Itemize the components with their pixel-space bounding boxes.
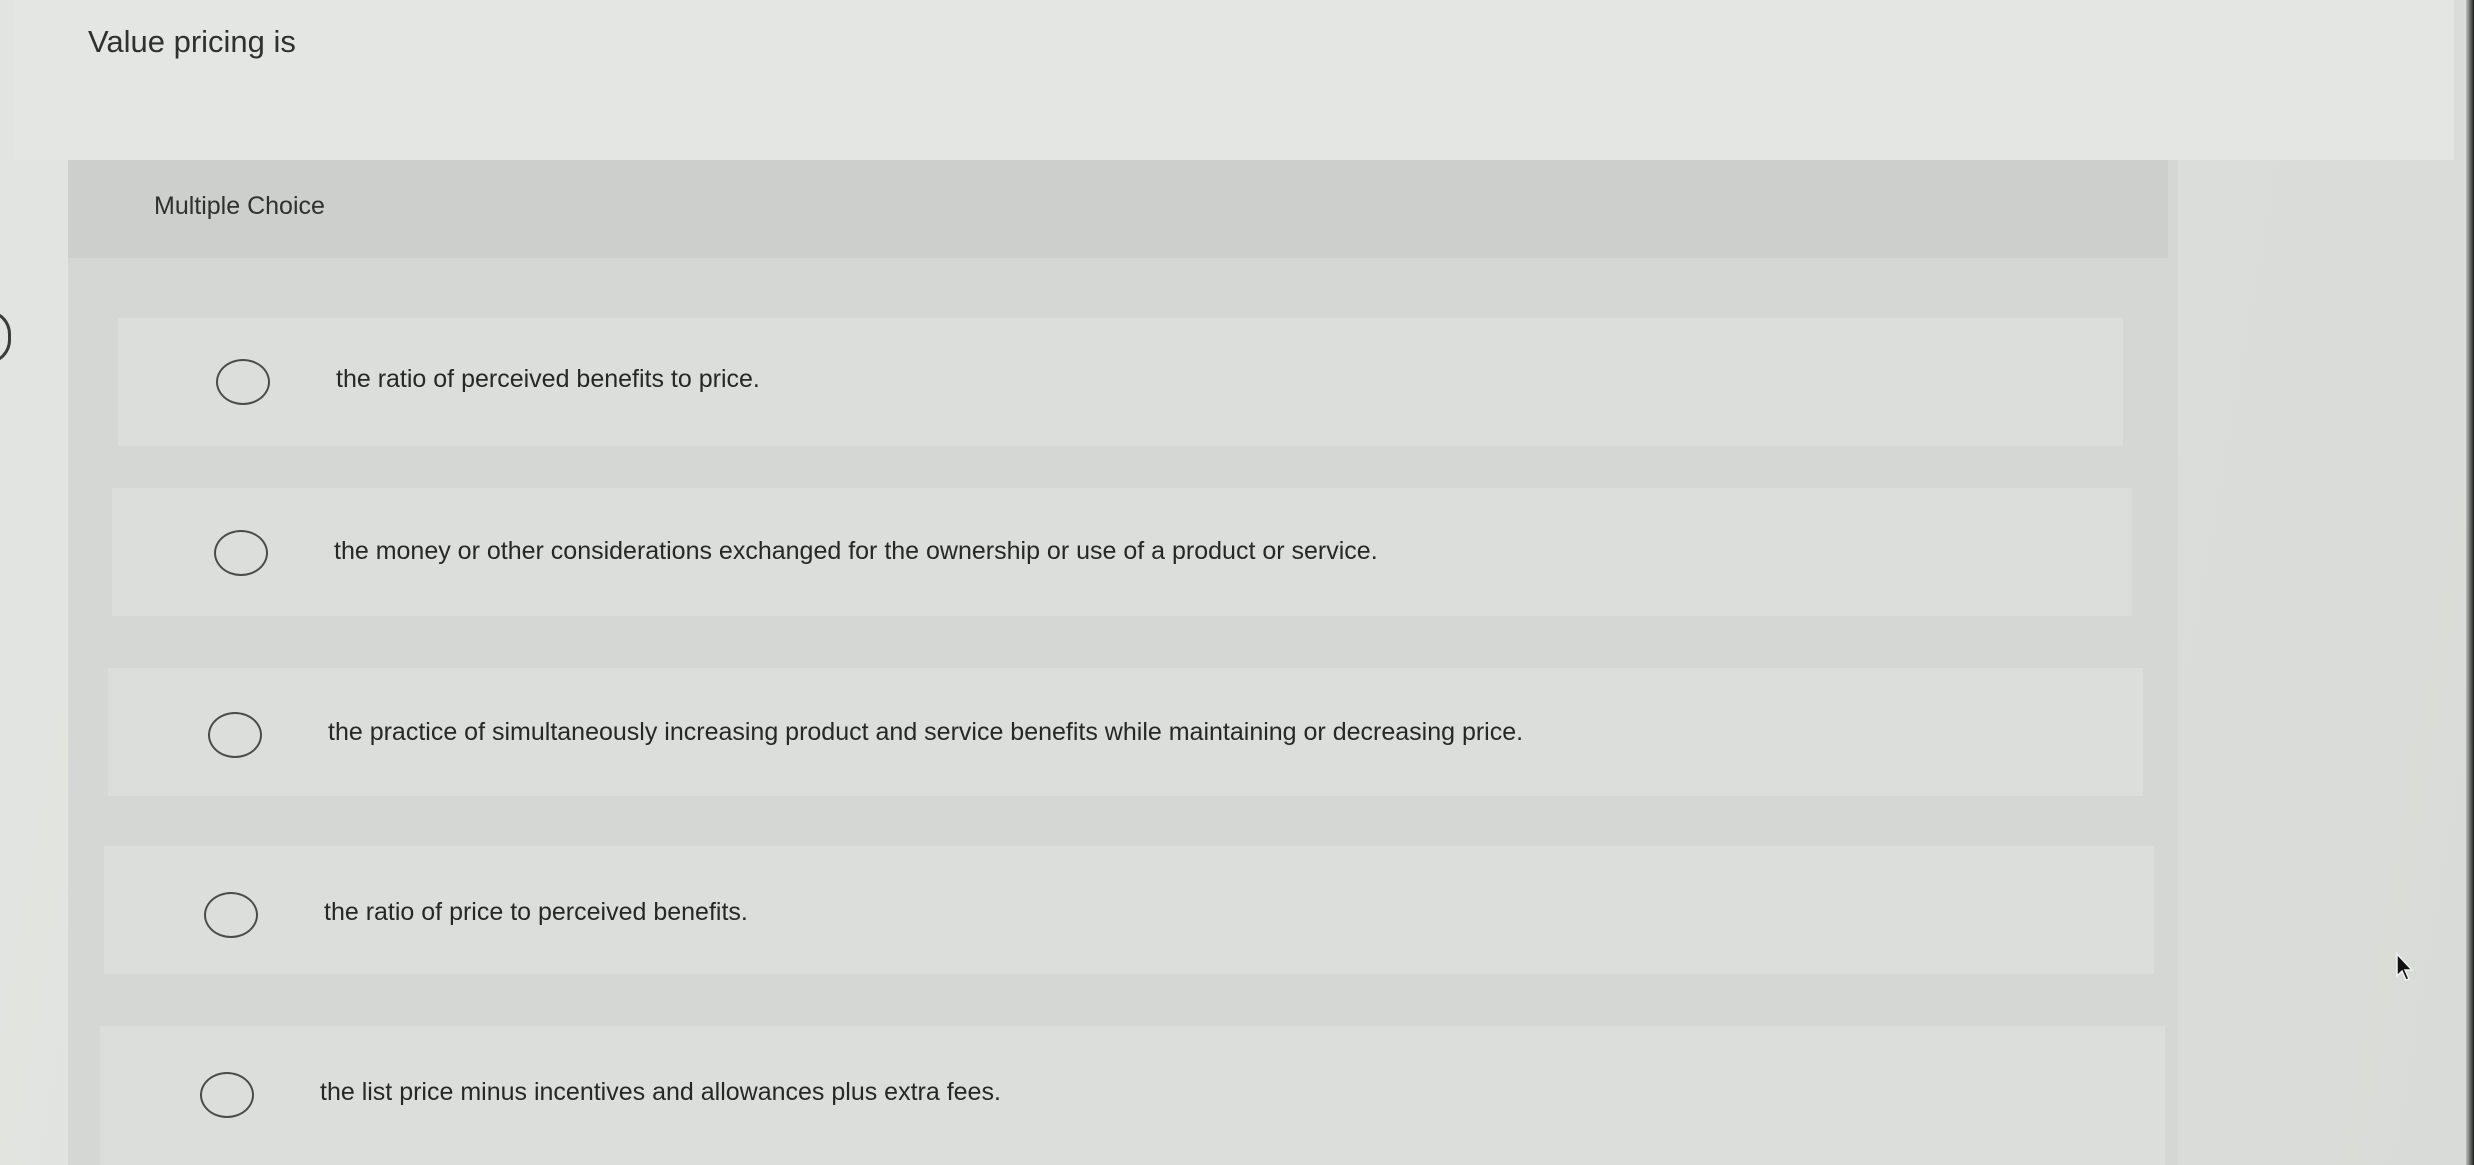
answer-option-5[interactable]: the list price minus incentives and allo… [100,1026,2165,1165]
radio-button-option-3[interactable] [208,712,262,758]
multiple-choice-label: Multiple Choice [154,192,325,220]
multiple-choice-panel: Multiple Choice the ratio of perceived b… [68,160,2178,1165]
option-text-1: the ratio of perceived benefits to price… [336,365,760,393]
window-edge [2466,0,2474,1165]
option-text-4: the ratio of price to perceived benefits… [324,898,748,926]
option-text-2: the money or other considerations exchan… [334,537,1378,565]
radio-button-option-4[interactable] [204,892,258,938]
question-card: Value pricing is [14,0,2454,160]
option-text-3: the practice of simultaneously increasin… [328,718,1524,746]
answer-option-4[interactable]: the ratio of price to perceived benefits… [104,846,2154,974]
question-prompt: Value pricing is [88,24,296,59]
option-text-5: the list price minus incentives and allo… [320,1078,1001,1106]
mouse-pointer-icon [2396,952,2414,981]
radio-button-option-2[interactable] [214,530,268,576]
radio-button-option-1[interactable] [216,359,270,405]
answer-option-3[interactable]: the practice of simultaneously increasin… [108,668,2143,796]
answer-option-2[interactable]: the money or other considerations exchan… [112,488,2132,616]
multiple-choice-header: Multiple Choice [68,160,2168,258]
left-edge-bracket [0,310,11,364]
answer-option-1[interactable]: the ratio of perceived benefits to price… [118,318,2123,446]
radio-button-option-5[interactable] [200,1072,254,1118]
